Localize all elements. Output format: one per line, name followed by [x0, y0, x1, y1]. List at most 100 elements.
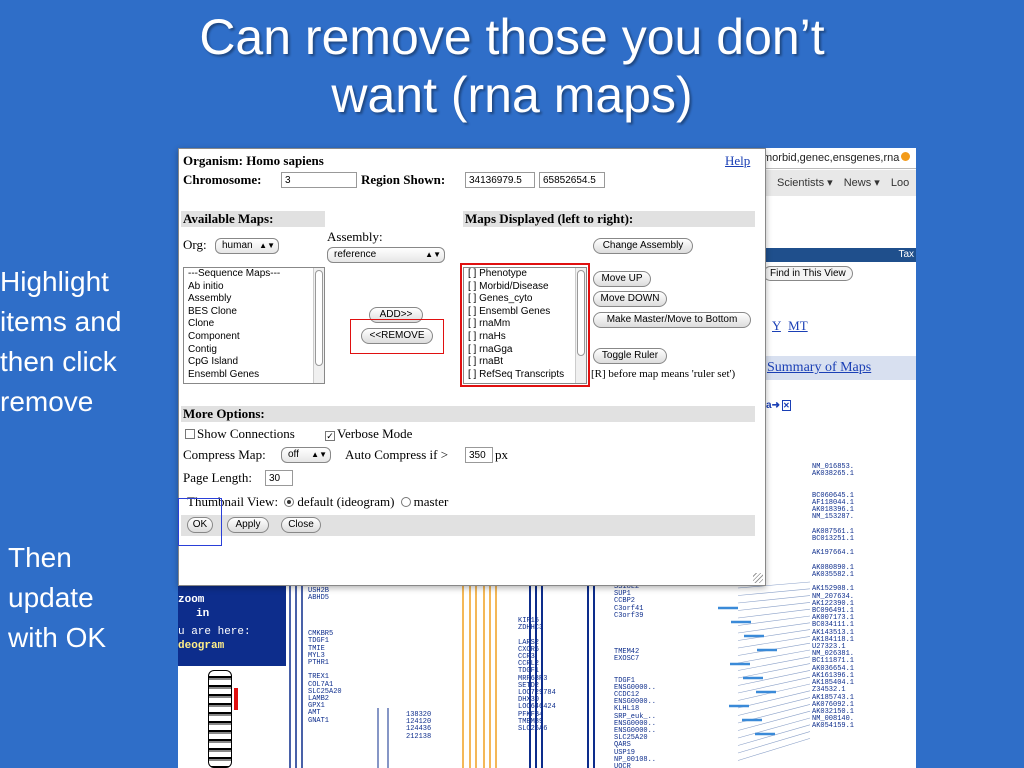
- available-map-item[interactable]: Ab initio: [188, 281, 324, 294]
- region-end-input[interactable]: 65852654.5: [539, 172, 605, 188]
- ok-highlight-box: [178, 498, 222, 546]
- apply-button[interactable]: Apply: [227, 517, 269, 533]
- close-icon[interactable]: ✕: [781, 400, 791, 411]
- verbose-mode-checkbox[interactable]: ✓: [325, 431, 335, 441]
- org-label: Org:: [183, 237, 207, 252]
- available-map-item[interactable]: ---Sequence Maps---: [188, 268, 324, 281]
- more-options-header: More Options:: [181, 406, 755, 422]
- org-select-value: human: [222, 240, 253, 251]
- gene-label[interactable]: BC013251.1: [812, 535, 854, 543]
- ruler-note: [R] before map means 'ruler set'): [591, 368, 736, 380]
- gene-label[interactable]: [614, 634, 656, 641]
- show-connections-option[interactable]: Show Connections: [185, 426, 295, 442]
- gene-labels-col5: NM_016853. AK038265.1 BC060645.1 AF118044.…: [812, 463, 854, 731]
- chromosome-ideogram[interactable]: [208, 670, 232, 768]
- gene-label[interactable]: [812, 478, 854, 485]
- list-scrollbar[interactable]: [313, 268, 324, 383]
- available-map-item[interactable]: Component: [188, 331, 324, 344]
- select-arrows-icon: ▲▼: [425, 250, 441, 259]
- gene-label[interactable]: ZDHHC3: [518, 624, 556, 632]
- available-map-item[interactable]: Assembly: [188, 293, 324, 306]
- region-start-input[interactable]: 34136979.5: [465, 172, 535, 188]
- select-arrows-icon: ▲▼: [259, 241, 275, 250]
- gene-label[interactable]: PTHR1: [308, 659, 342, 667]
- note-line: Highlight: [0, 266, 109, 297]
- available-map-item[interactable]: BES Clone: [188, 306, 324, 319]
- available-maps-list[interactable]: ---Sequence Maps--- Ab initio Assembly BES …: [183, 267, 325, 384]
- compress-map-select[interactable]: off ▲▼: [281, 447, 331, 463]
- chromosome-input[interactable]: 3: [281, 172, 357, 188]
- verbose-mode-option[interactable]: ✓ Verbose Mode: [325, 426, 412, 442]
- gene-label[interactable]: [308, 610, 342, 617]
- link-y[interactable]: Y: [772, 318, 781, 333]
- nav-item-loo[interactable]: Loo: [891, 177, 909, 189]
- nav-item-news[interactable]: News ▾: [844, 177, 880, 189]
- header-bar: Tax: [763, 248, 916, 262]
- gene-label[interactable]: ABHD5: [308, 594, 342, 602]
- gene-label[interactable]: AK035582.1: [812, 571, 854, 579]
- url-bar[interactable]: morbid,genec,ensgenes,rna: [763, 148, 916, 169]
- gene-label[interactable]: SLC26A6: [518, 725, 556, 733]
- gene-label[interactable]: UQCR: [614, 763, 656, 768]
- org-select[interactable]: human ▲▼: [215, 238, 279, 254]
- gene-label[interactable]: AK197664.1: [812, 550, 854, 557]
- make-master-button[interactable]: Make Master/Move to Bottom: [593, 312, 751, 328]
- gene-label[interactable]: AK038265.1: [812, 470, 854, 478]
- auto-compress-input[interactable]: 350: [465, 447, 493, 463]
- gene-label[interactable]: 212138: [406, 733, 431, 741]
- gene-label[interactable]: NM_153287.: [812, 514, 854, 521]
- available-map-item[interactable]: Contig: [188, 344, 324, 357]
- verbose-mode-label: Verbose Mode: [337, 426, 413, 441]
- scrollbar-thumb[interactable]: [315, 270, 323, 366]
- change-assembly-button[interactable]: Change Assembly: [593, 238, 693, 254]
- connection-line: [737, 595, 811, 604]
- show-connections-checkbox[interactable]: [185, 429, 195, 439]
- find-in-view-button[interactable]: Find in This View: [763, 266, 853, 281]
- connection-line: [737, 738, 811, 761]
- compress-map-value: off: [288, 449, 299, 460]
- note-line: with OK: [8, 622, 107, 653]
- you-are-here-label: u are here:: [178, 626, 251, 638]
- link-mt[interactable]: MT: [788, 318, 808, 333]
- move-up-button[interactable]: Move UP: [593, 271, 651, 287]
- map-options-dialog: Organism: Homo sapiens Help Chromosome: …: [178, 148, 766, 586]
- zoom-in-label[interactable]: in: [196, 608, 209, 620]
- gene-label[interactable]: AK054159.1: [812, 723, 854, 730]
- close-button[interactable]: Close: [281, 517, 321, 533]
- remove-button[interactable]: <<REMOVE: [361, 328, 433, 344]
- summary-of-maps-link[interactable]: Summary of Maps: [767, 360, 871, 375]
- thumb-default-radio[interactable]: [284, 497, 295, 507]
- gene-label[interactable]: [308, 602, 342, 609]
- available-map-item[interactable]: Clone: [188, 318, 324, 331]
- gene-label[interactable]: [308, 617, 342, 624]
- slide-title-line2: want (rna maps): [331, 67, 693, 123]
- ideogram: [178, 666, 286, 768]
- resize-grip-icon[interactable]: [753, 573, 763, 583]
- move-down-button[interactable]: Move DOWN: [593, 291, 667, 307]
- gene-label[interactable]: [614, 663, 656, 670]
- page-length-input[interactable]: 30: [265, 470, 293, 486]
- map-nav-icons[interactable]: a➜ ✕: [766, 400, 791, 411]
- zoom-label[interactable]: zoom: [178, 594, 204, 606]
- nav-item-scientists[interactable]: Scientists ▾: [777, 177, 833, 189]
- assembly-select[interactable]: reference ▲▼: [327, 247, 445, 263]
- gene-label[interactable]: [614, 620, 656, 627]
- note-update: Then update with OK: [8, 538, 106, 658]
- note-line: items and: [0, 306, 122, 337]
- slide-title: Can remove those you don’t want (rna map…: [60, 8, 964, 124]
- thumb-master-radio[interactable]: [400, 497, 411, 507]
- gene-label[interactable]: EXOSC7: [614, 655, 656, 663]
- gene-label[interactable]: [614, 627, 656, 634]
- available-map-item[interactable]: CpG Island: [188, 356, 324, 369]
- toggle-ruler-button[interactable]: Toggle Ruler: [593, 348, 667, 364]
- note-line: Then: [8, 542, 72, 573]
- expand-icon[interactable]: ➜: [772, 400, 780, 411]
- help-link[interactable]: Help: [725, 153, 750, 169]
- gene-label[interactable]: C3orf39: [614, 612, 656, 620]
- available-map-item[interactable]: Ensembl Genes: [188, 369, 324, 382]
- select-arrows-icon: ▲▼: [311, 450, 327, 459]
- note-line: update: [8, 582, 94, 613]
- page-length-label: Page Length:: [183, 470, 252, 485]
- gene-label[interactable]: GNAT1: [308, 717, 342, 725]
- connection-line: [737, 602, 811, 611]
